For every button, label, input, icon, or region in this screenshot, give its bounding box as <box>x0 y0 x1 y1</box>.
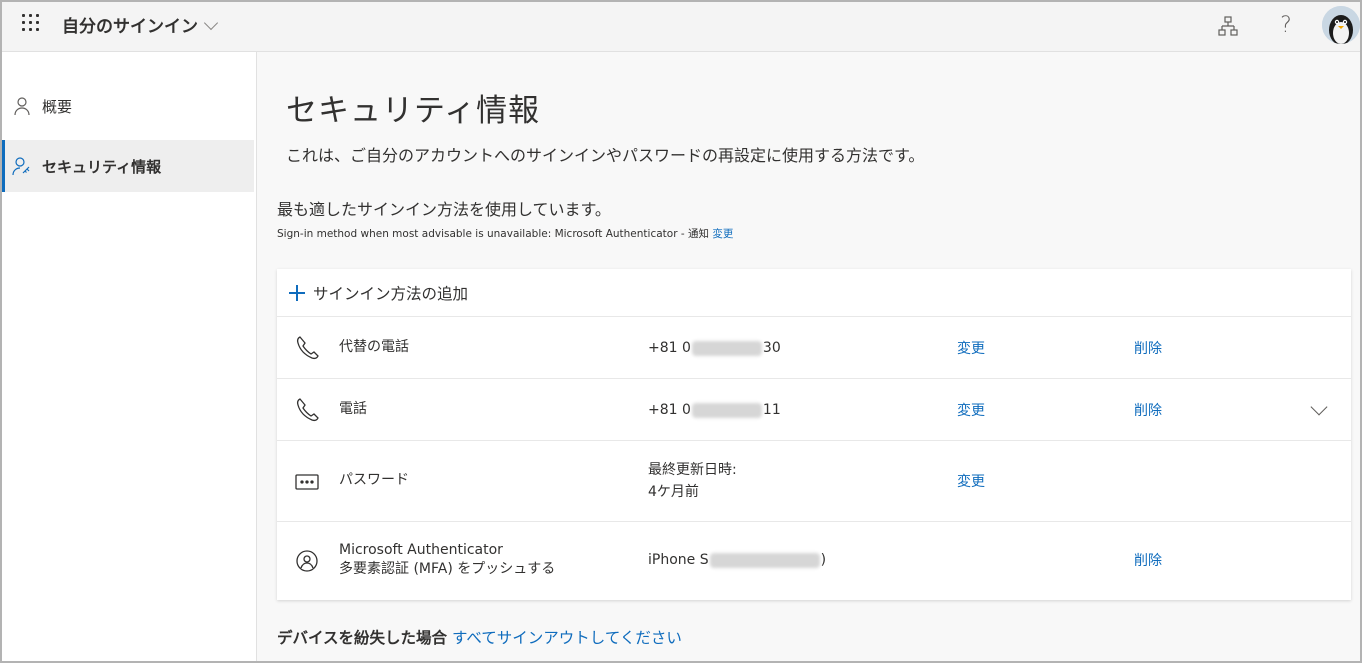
signin-method-note: Sign-in method when most advisable is un… <box>277 226 733 241</box>
avatar[interactable] <box>1322 6 1360 44</box>
password-updated-value: 4ケ月前 <box>648 484 699 500</box>
main-content: セキュリティ情報 これは、ご自分のアカウントへのサインインやパスワードの再設定に… <box>258 52 1360 661</box>
change-default-link[interactable]: 変更 <box>712 228 733 240</box>
method-name: 電話 <box>339 401 367 417</box>
method-row-authenticator: Microsoft Authenticator 多要素認証 (MFA) をプッシ… <box>277 522 1351 600</box>
password-updated-label: 最終更新日時: <box>648 462 737 478</box>
method-row-password: パスワード 最終更新日時: 4ケ月前 変更 <box>277 441 1351 522</box>
authenticator-icon <box>296 550 318 572</box>
phone-prefix: +81 0 <box>648 402 691 418</box>
password-icon <box>295 474 319 490</box>
methods-card: サインイン方法の追加 代替の電話 +81 0 30 変更 削除 電話 +81 0… <box>277 269 1351 600</box>
sidebar-item-label: 概要 <box>42 97 73 116</box>
delete-link[interactable]: 削除 <box>1134 550 1162 570</box>
lost-device-section: デバイスを紛失した場合 すべてサインアウトしてください <box>277 626 682 648</box>
lost-device-label: デバイスを紛失した場合 <box>277 629 448 647</box>
method-name: 代替の電話 <box>339 339 409 355</box>
chevron-down-icon[interactable] <box>1310 398 1328 416</box>
method-subname: 多要素認証 (MFA) をプッシュする <box>339 561 556 577</box>
organization-icon[interactable] <box>1216 14 1240 38</box>
page-description: これは、ご自分のアカウントへのサインインやパスワードの再設定に使用する方法です。 <box>286 146 925 165</box>
top-bar: 自分のサインイン ? <box>2 2 1360 52</box>
window: 自分のサインイン ? 概要 セキュリティ情報 セキュリティ情報 これは、ご自分の… <box>0 0 1362 663</box>
redacted-blur <box>691 402 762 418</box>
person-icon <box>14 97 30 116</box>
sign-out-everywhere-link[interactable]: すべてサインアウトしてください <box>452 629 682 647</box>
redacted-blur <box>691 340 762 356</box>
phone-icon <box>296 336 319 360</box>
app-title: 自分のサインイン <box>62 17 198 37</box>
phone-icon <box>296 398 319 422</box>
delete-link[interactable]: 削除 <box>1134 400 1162 420</box>
person-key-icon <box>12 157 30 176</box>
add-method-label: サインイン方法の追加 <box>313 284 469 303</box>
phone-suffix: 30 <box>762 340 781 356</box>
phone-prefix: +81 0 <box>648 340 691 356</box>
method-detail: +81 0 30 <box>648 338 781 358</box>
sidebar: 概要 セキュリティ情報 <box>2 52 257 661</box>
page-title: セキュリティ情報 <box>286 93 541 129</box>
app-title-menu[interactable]: 自分のサインイン <box>62 12 219 37</box>
plus-icon <box>289 284 305 301</box>
change-link[interactable]: 変更 <box>957 338 985 358</box>
delete-link[interactable]: 削除 <box>1134 338 1162 358</box>
chevron-down-icon <box>203 15 219 30</box>
redacted-blur <box>709 552 820 568</box>
method-name: Microsoft Authenticator <box>339 542 503 558</box>
sidebar-item-security[interactable]: セキュリティ情報 <box>2 140 254 192</box>
app-launcher-icon[interactable] <box>20 12 42 34</box>
device-suffix: ) <box>820 552 827 568</box>
add-method-button[interactable]: サインイン方法の追加 <box>277 269 1351 317</box>
help-icon[interactable]: ? <box>1274 14 1298 38</box>
phone-suffix: 11 <box>762 402 781 418</box>
change-link[interactable]: 変更 <box>957 400 985 420</box>
method-row-alternate-phone: 代替の電話 +81 0 30 変更 削除 <box>277 317 1351 379</box>
sidebar-item-overview[interactable]: 概要 <box>2 80 254 132</box>
method-row-phone: 電話 +81 0 11 変更 削除 <box>277 379 1351 441</box>
method-name: パスワード <box>339 472 409 488</box>
method-detail: +81 0 11 <box>648 400 781 420</box>
default-method-text: 最も適したサインイン方法を使用しています。 <box>277 200 611 219</box>
sidebar-item-label: セキュリティ情報 <box>42 157 162 176</box>
device-prefix: iPhone S <box>648 552 709 568</box>
method-detail: iPhone S) <box>648 550 826 570</box>
signin-note-text: Sign-in method when most advisable is un… <box>277 228 709 240</box>
change-link[interactable]: 変更 <box>957 471 985 491</box>
